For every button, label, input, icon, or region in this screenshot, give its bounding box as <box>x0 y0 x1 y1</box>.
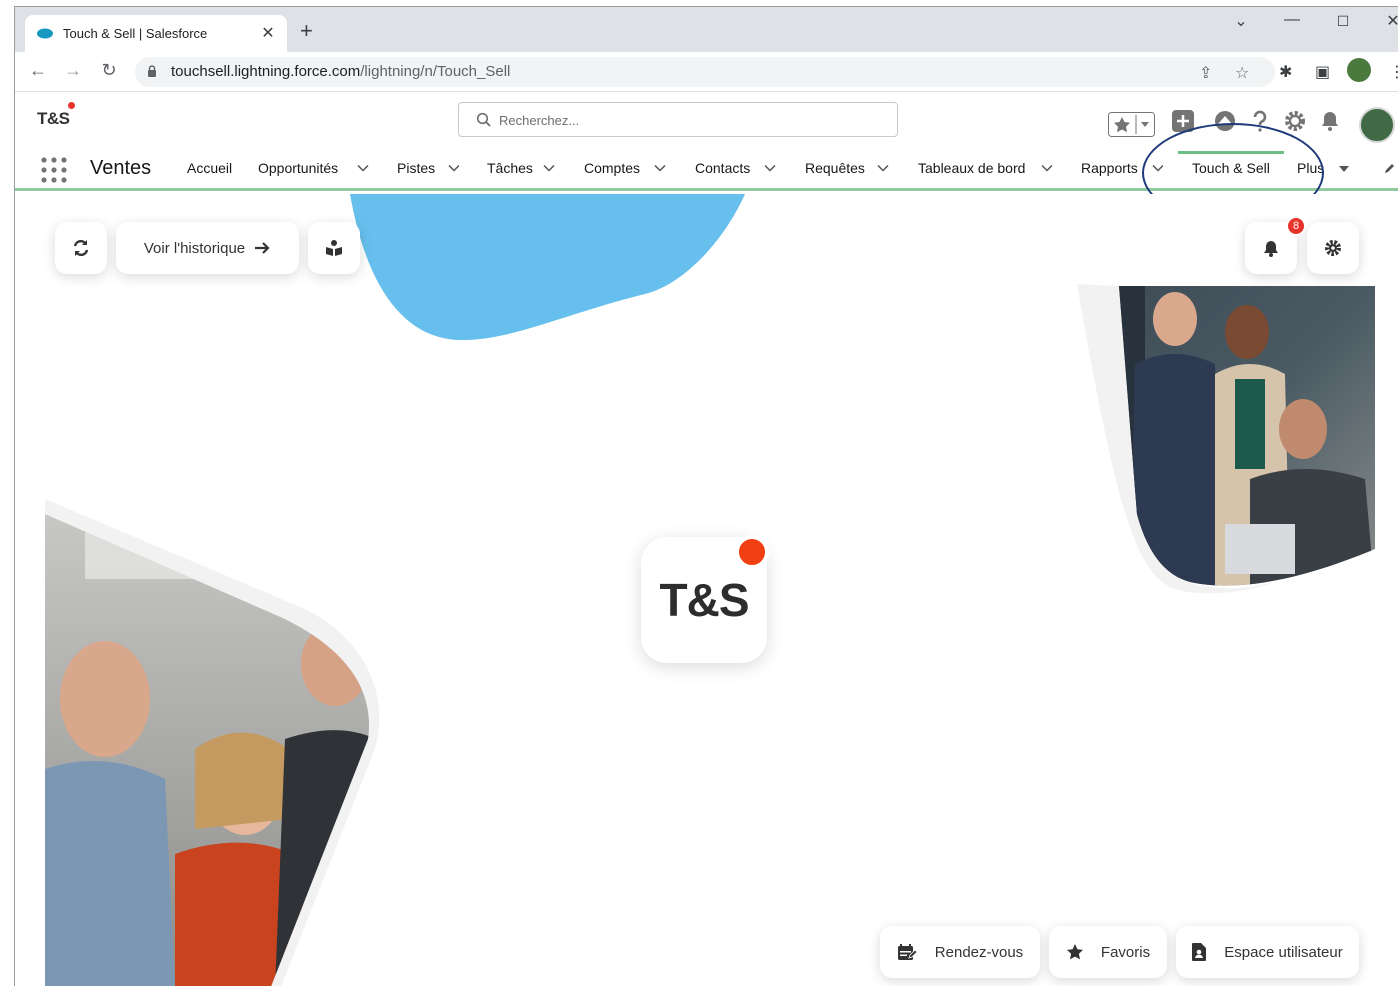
favorites-button[interactable]: Favoris <box>1049 926 1167 978</box>
team-photo-top-right <box>1077 284 1375 594</box>
decorative-blob <box>350 194 745 341</box>
refresh-button[interactable] <box>55 222 107 274</box>
new-tab-icon[interactable]: + <box>300 19 313 43</box>
chevron-down-icon[interactable] <box>764 162 776 174</box>
tab-search-icon[interactable]: ⌄ <box>1226 11 1256 31</box>
calendar-edit-icon <box>897 944 917 960</box>
appointments-label: Rendez-vous <box>934 943 1024 961</box>
nav-item-taches[interactable]: Tâches <box>487 160 533 176</box>
tab-strip: Touch & Sell | Salesforce ✕ + ⌄ — ☐ ✕ <box>15 7 1398 52</box>
url-host: touchsell.lightning.force.com <box>171 63 361 80</box>
browser-tab[interactable]: Touch & Sell | Salesforce ✕ <box>25 15 287 52</box>
favorites-icon[interactable] <box>1108 112 1155 137</box>
tab-title: Touch & Sell | Salesforce <box>63 26 208 41</box>
nav-item-pistes[interactable]: Pistes <box>397 160 435 176</box>
close-window-icon[interactable]: ✕ <box>1378 11 1398 31</box>
touch-sell-logo: T&S <box>641 535 769 663</box>
bell-icon <box>1264 241 1278 257</box>
guide-button[interactable] <box>308 222 360 274</box>
chevron-down-icon[interactable] <box>448 162 460 174</box>
nav-item-tableaux-de-bord[interactable]: Tableaux de bord <box>918 160 1025 176</box>
history-button-label: Voir l'historique <box>143 239 246 257</box>
nav-item-accueil[interactable]: Accueil <box>187 160 232 176</box>
user-space-label: Espace utilisateur <box>1224 943 1343 961</box>
settings-button[interactable] <box>1307 222 1359 274</box>
favorites-label: Favoris <box>1100 943 1151 961</box>
app-name: Ventes <box>90 157 152 179</box>
bookmark-star-icon[interactable]: ☆ <box>1235 63 1249 83</box>
tab-close-icon[interactable]: ✕ <box>259 23 277 43</box>
maximize-icon[interactable]: ☐ <box>1328 13 1358 30</box>
center-logo-text: T&S <box>659 574 750 626</box>
team-photo-bottom-left <box>45 499 380 986</box>
chevron-down-icon[interactable] <box>1041 162 1053 174</box>
lock-icon <box>148 65 156 77</box>
url-path: /lightning/n/Touch_Sell <box>360 63 511 80</box>
back-icon[interactable]: ← <box>26 60 50 81</box>
profile-avatar[interactable] <box>1347 58 1371 82</box>
book-reader-icon <box>326 240 342 256</box>
edit-pencil-icon[interactable] <box>1383 163 1395 175</box>
nav-item-contacts[interactable]: Contacts <box>695 160 750 176</box>
share-icon[interactable]: ⇪ <box>1199 63 1212 83</box>
user-avatar[interactable] <box>1359 107 1395 143</box>
org-logo[interactable]: T&S <box>37 102 75 129</box>
url-bar[interactable]: touchsell.lightning.force.com/lightning/… <box>135 57 1275 87</box>
file-user-icon <box>1192 943 1207 961</box>
refresh-icon <box>73 239 89 257</box>
chevron-down-icon[interactable] <box>877 162 889 174</box>
notifications-bell-icon[interactable] <box>1318 109 1342 133</box>
side-panel-icon[interactable]: ▣ <box>1315 62 1330 82</box>
url-text: touchsell.lightning.force.com/lightning/… <box>171 63 510 80</box>
appointments-button[interactable]: Rendez-vous <box>880 926 1040 978</box>
extensions-icon[interactable]: ✱ <box>1279 62 1292 82</box>
notification-count-badge: 8 <box>1286 216 1306 236</box>
history-button[interactable]: Voir l'historique <box>116 222 299 274</box>
chevron-down-icon[interactable] <box>543 162 555 174</box>
search-input[interactable] <box>499 109 879 131</box>
caret-down-icon[interactable] <box>1338 163 1350 175</box>
chevron-down-icon[interactable] <box>357 162 369 174</box>
star-icon <box>1066 944 1083 960</box>
user-space-button[interactable]: Espace utilisateur <box>1176 926 1359 978</box>
logo-notification-dot <box>735 535 769 569</box>
app-launcher-icon[interactable] <box>41 157 67 183</box>
logo-dot <box>67 102 75 109</box>
touch-sell-canvas: Voir l'historique 8 T&S Rendez-vous Favo… <box>15 194 1398 986</box>
arrow-right-icon <box>255 242 270 254</box>
nav-item-comptes[interactable]: Comptes <box>584 160 640 176</box>
address-bar-row: ← → ↻ touchsell.lightning.force.com/ligh… <box>15 52 1398 92</box>
nav-item-opportunites[interactable]: Opportunités <box>258 160 338 176</box>
salesforce-cloud-icon <box>37 28 53 39</box>
browser-window: Touch & Sell | Salesforce ✕ + ⌄ — ☐ ✕ ← … <box>14 6 1398 986</box>
nav-item-requetes[interactable]: Requêtes <box>805 160 865 176</box>
search-icon <box>476 112 491 127</box>
menu-dots-icon[interactable]: ⋮ <box>1389 62 1398 82</box>
setup-gear-icon[interactable] <box>1283 109 1307 133</box>
forward-icon[interactable]: → <box>61 60 85 81</box>
reload-icon[interactable]: ↻ <box>97 60 121 81</box>
nav-item-rapports[interactable]: Rapports <box>1081 160 1138 176</box>
app-navigation: Ventes Accueil Opportunités Pistes Tâche… <box>15 123 1398 223</box>
minimize-icon[interactable]: — <box>1277 11 1307 29</box>
global-search[interactable] <box>458 102 898 137</box>
org-logo-text: T&S <box>37 109 70 128</box>
chevron-down-icon[interactable] <box>654 162 666 174</box>
gear-icon <box>1325 240 1341 256</box>
